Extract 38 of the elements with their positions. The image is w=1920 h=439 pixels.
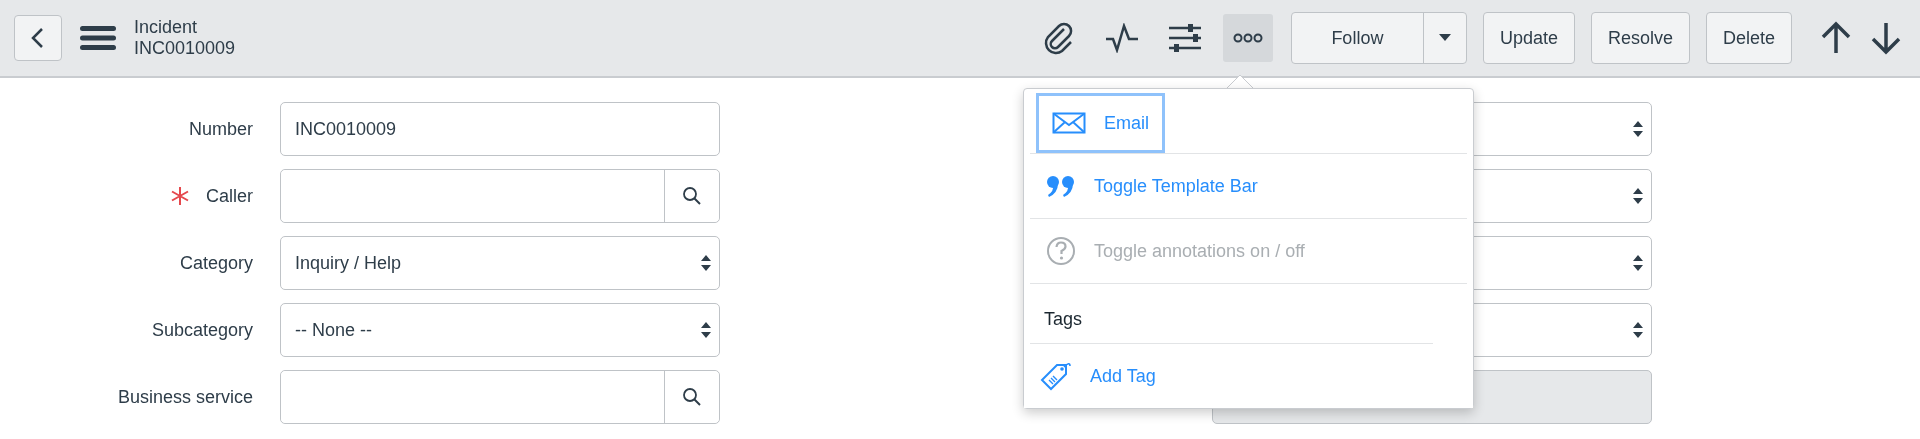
field-label: Subcategory	[151, 318, 253, 342]
search-icon	[682, 387, 702, 407]
select-arrows-icon	[701, 321, 711, 339]
field-label: Category	[179, 251, 253, 275]
envelope-icon	[1052, 112, 1086, 134]
select-arrows-icon	[1633, 254, 1643, 272]
help-icon	[1046, 236, 1076, 266]
record-number: INC0010009	[134, 38, 236, 59]
lookup-field[interactable]	[280, 370, 720, 424]
select-field[interactable]: Inquiry / Help	[280, 236, 720, 290]
activity-icon	[1104, 23, 1139, 53]
record-type: Incident	[134, 17, 199, 38]
select-arrows-icon	[701, 254, 711, 272]
menu-icon	[80, 24, 116, 52]
back-button[interactable]	[14, 15, 62, 61]
up-arrow-icon	[1819, 21, 1853, 55]
search-icon	[682, 186, 702, 206]
select-arrows-icon	[1633, 321, 1643, 339]
lookup-field[interactable]	[280, 169, 720, 223]
select-field[interactable]: -- None --	[280, 303, 720, 357]
select-arrows-icon	[1633, 120, 1643, 138]
more-icon	[1232, 33, 1263, 43]
text-field[interactable]: INC0010009	[280, 102, 720, 156]
menu-section-header: Tags	[1043, 308, 1084, 331]
field-label: Business service	[117, 385, 253, 409]
toolbar-button[interactable]: Delete	[1705, 12, 1792, 64]
select-arrows-icon	[1633, 187, 1643, 205]
tag-icon	[1040, 361, 1072, 391]
more-button[interactable]	[1222, 14, 1273, 62]
caret-icon	[1438, 34, 1451, 42]
sliders-icon	[1167, 23, 1202, 53]
quote-icon	[1046, 174, 1076, 198]
back-icon	[30, 27, 46, 49]
toolbar-button[interactable]: Update	[1482, 12, 1575, 64]
field-label: Number	[188, 117, 253, 141]
toolbar-button[interactable]: Resolve	[1590, 12, 1690, 64]
down-arrow-icon	[1869, 21, 1903, 55]
field-label: Caller	[206, 184, 253, 208]
